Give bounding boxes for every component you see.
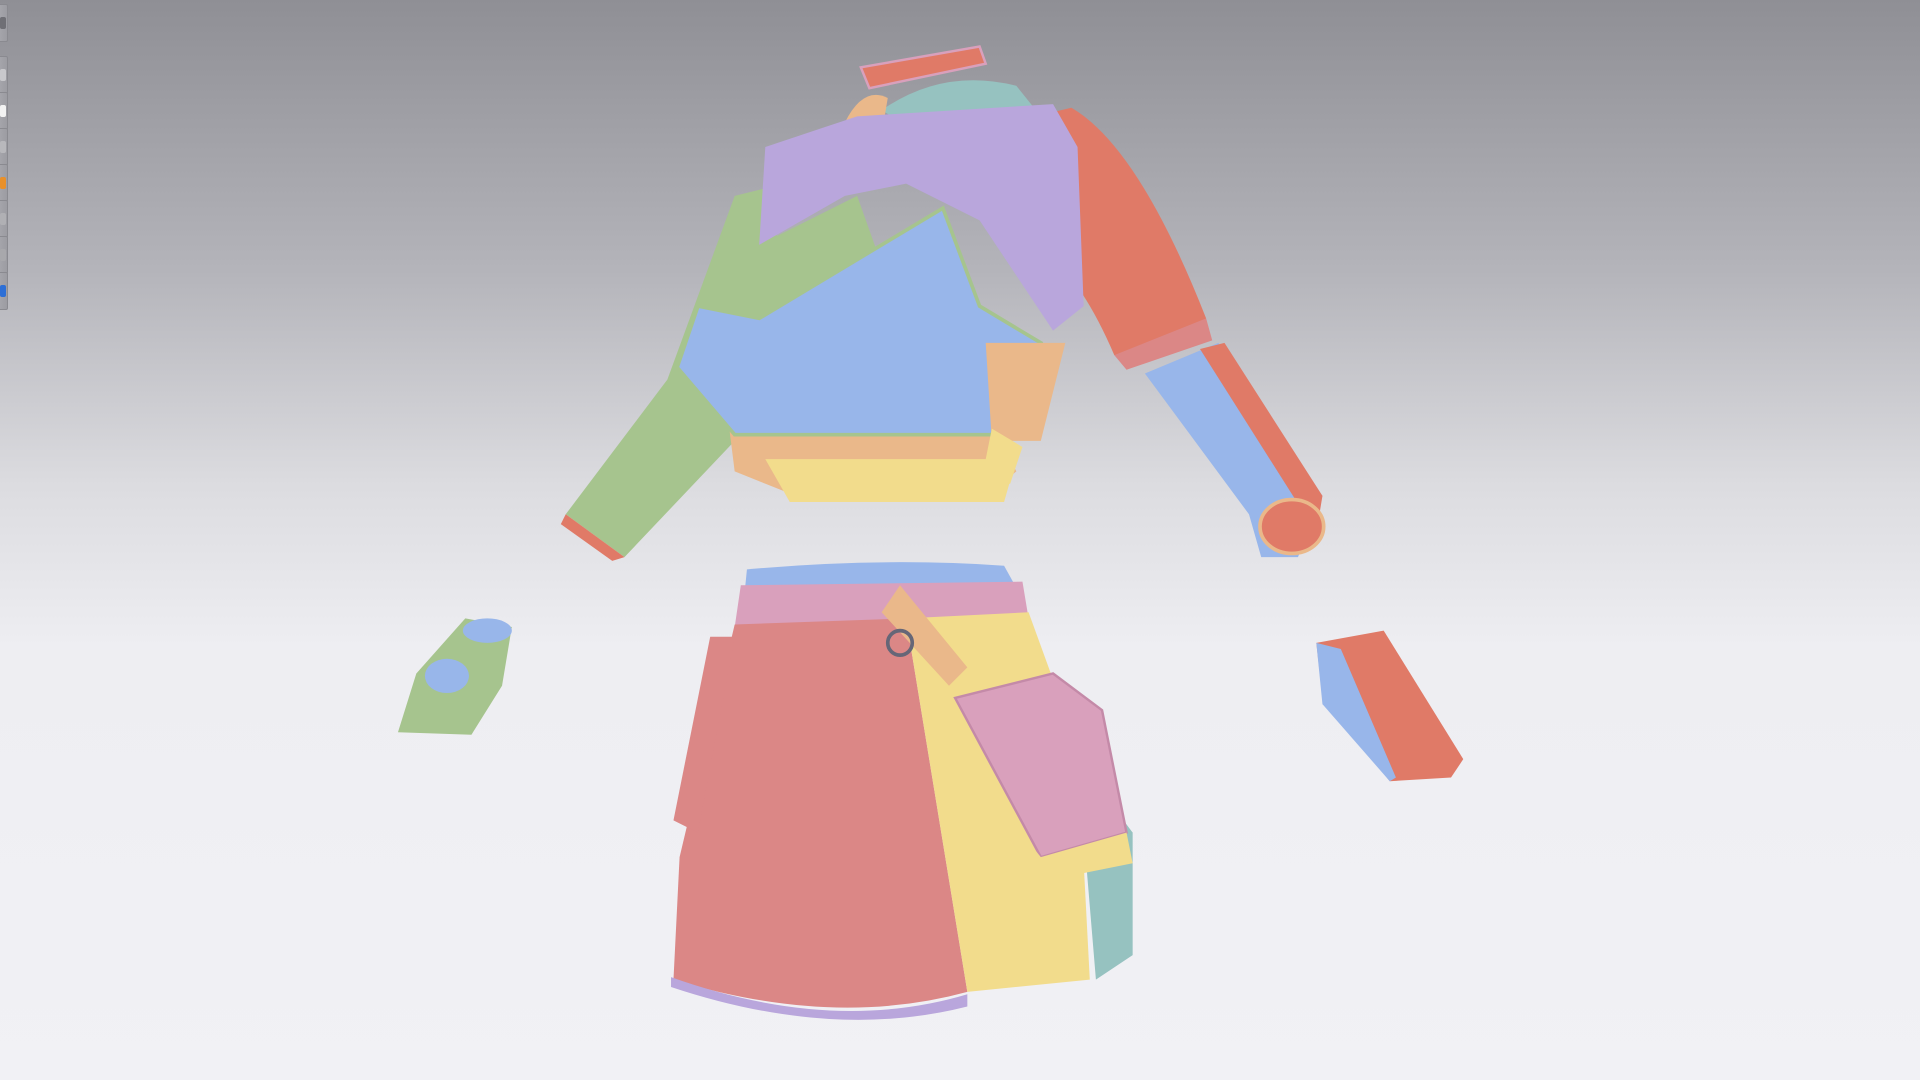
glove-right[interactable] <box>1316 630 1464 782</box>
glove-left[interactable] <box>397 618 512 735</box>
3d-viewport[interactable] <box>0 0 1920 1080</box>
